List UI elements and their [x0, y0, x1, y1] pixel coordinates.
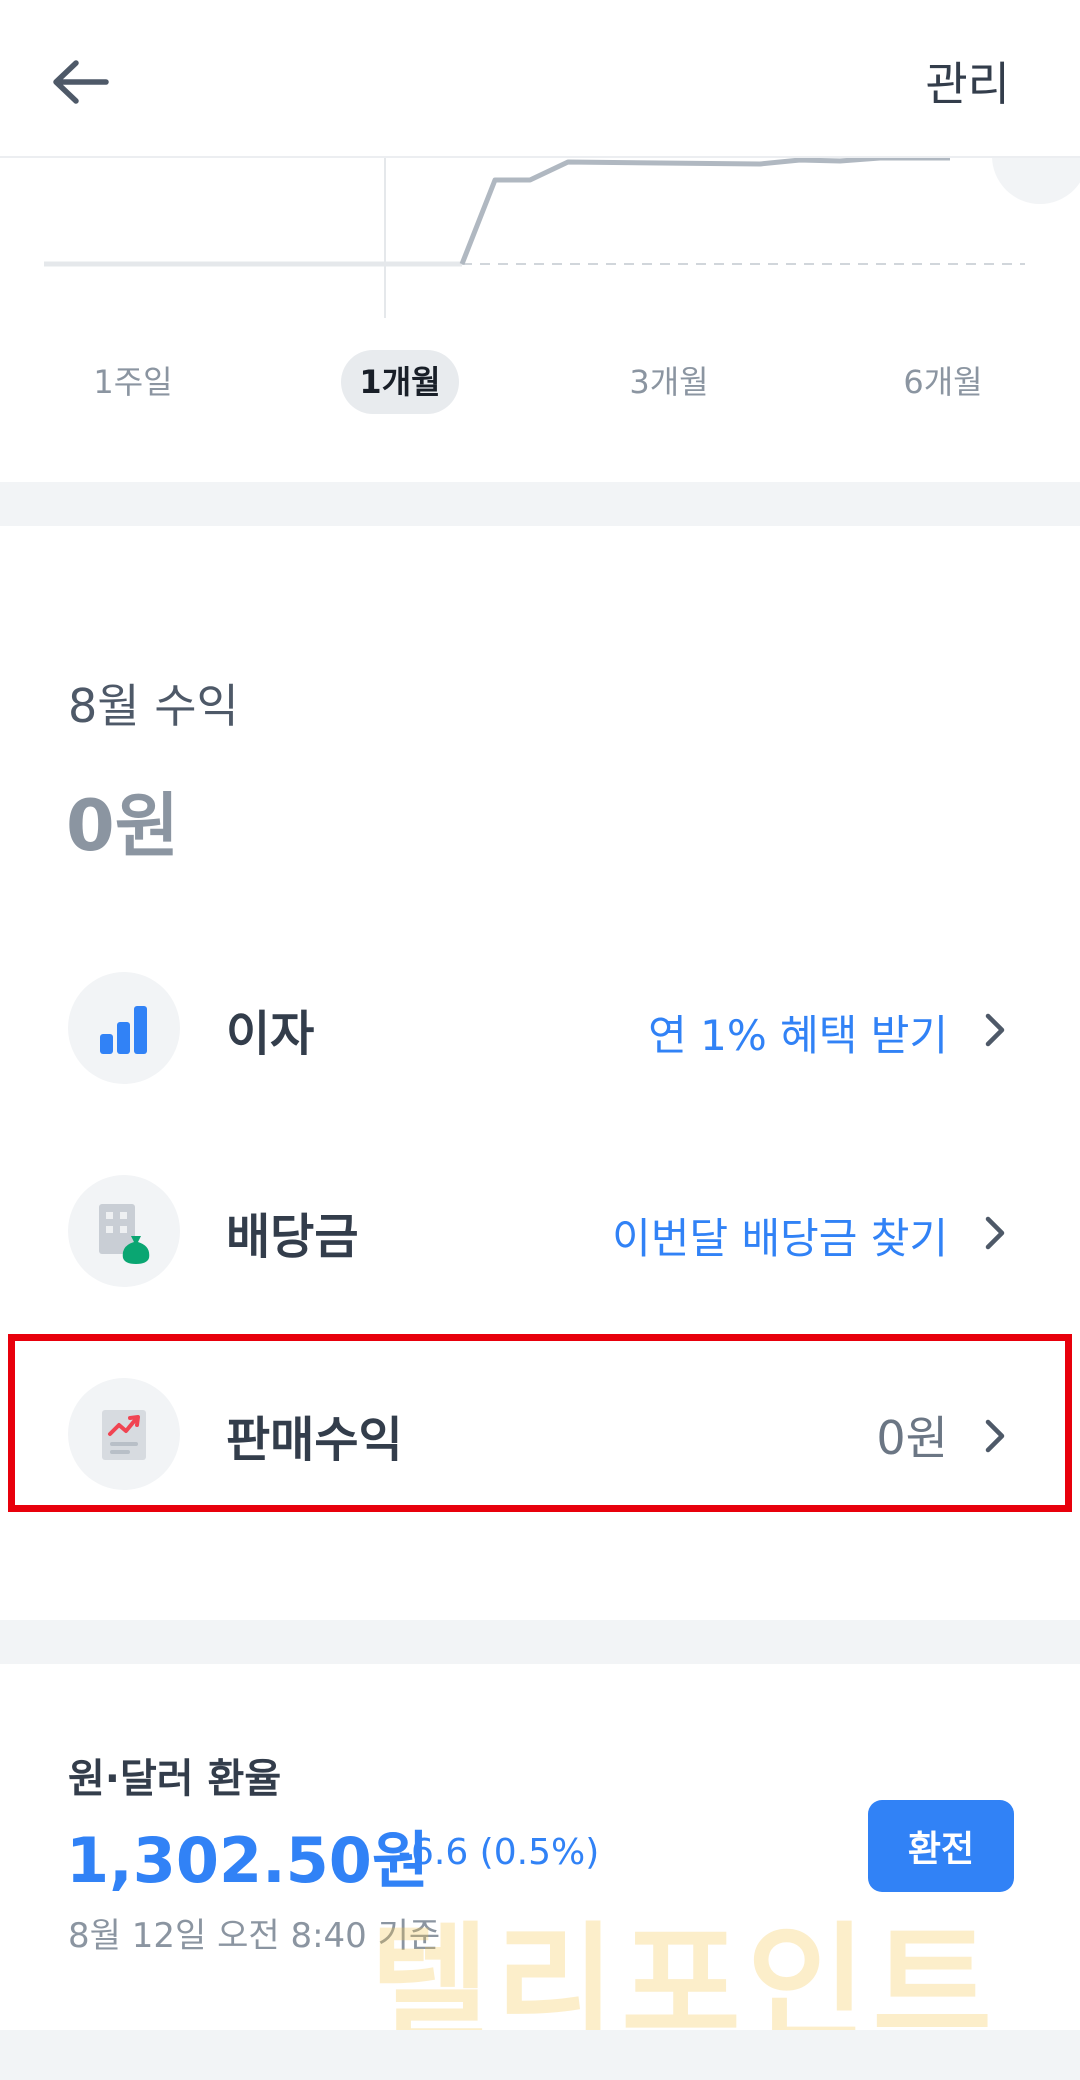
building-money-bag-icon [68, 1175, 180, 1287]
highlight-box [8, 1334, 1072, 1512]
balance-chart-svg [44, 158, 1080, 318]
manage-button[interactable]: 관리 [925, 48, 1010, 114]
exchange-rate-title: 원·달러 환율 [68, 1756, 282, 1802]
tab-1-month[interactable]: 1개월 [341, 350, 459, 414]
section-divider [0, 1620, 1080, 1664]
period-tabs: 1주일 1개월 3개월 6개월 [0, 350, 1080, 416]
earnings-row-dividend[interactable]: 배당금 이번달 배당금 찾기 [0, 1153, 1080, 1303]
row-value: 연 1% 혜택 받기 [648, 1011, 948, 1060]
exchange-button[interactable]: 환전 [868, 1800, 1014, 1892]
bar-chart-icon [68, 972, 180, 1084]
top-bar: 관리 [0, 0, 1080, 158]
row-label: 배당금 [226, 1209, 359, 1265]
bottom-divider [0, 2030, 1080, 2080]
row-value: 이번달 배당금 찾기 [612, 1214, 948, 1263]
row-label: 이자 [226, 1006, 315, 1062]
month-earnings-amount: 0원 [66, 785, 180, 867]
month-earnings-title: 8월 수익 [68, 679, 239, 733]
chart-end-dot [992, 158, 1080, 204]
section-divider [0, 482, 1080, 526]
exchange-rate-change: -6.6 (0.5%) [398, 1832, 600, 1873]
chevron-right-icon [985, 1013, 1005, 1047]
back-arrow-icon [53, 60, 109, 104]
chevron-right-icon [985, 1216, 1005, 1250]
tab-3-months[interactable]: 3개월 [610, 350, 728, 414]
back-button[interactable] [40, 42, 120, 122]
tab-1-week[interactable]: 1주일 [74, 350, 192, 414]
tab-6-months[interactable]: 6개월 [884, 350, 1002, 414]
chart-line-rise [459, 158, 950, 265]
earnings-row-interest[interactable]: 이자 연 1% 혜택 받기 [0, 950, 1080, 1100]
balance-chart[interactable] [0, 158, 1080, 318]
